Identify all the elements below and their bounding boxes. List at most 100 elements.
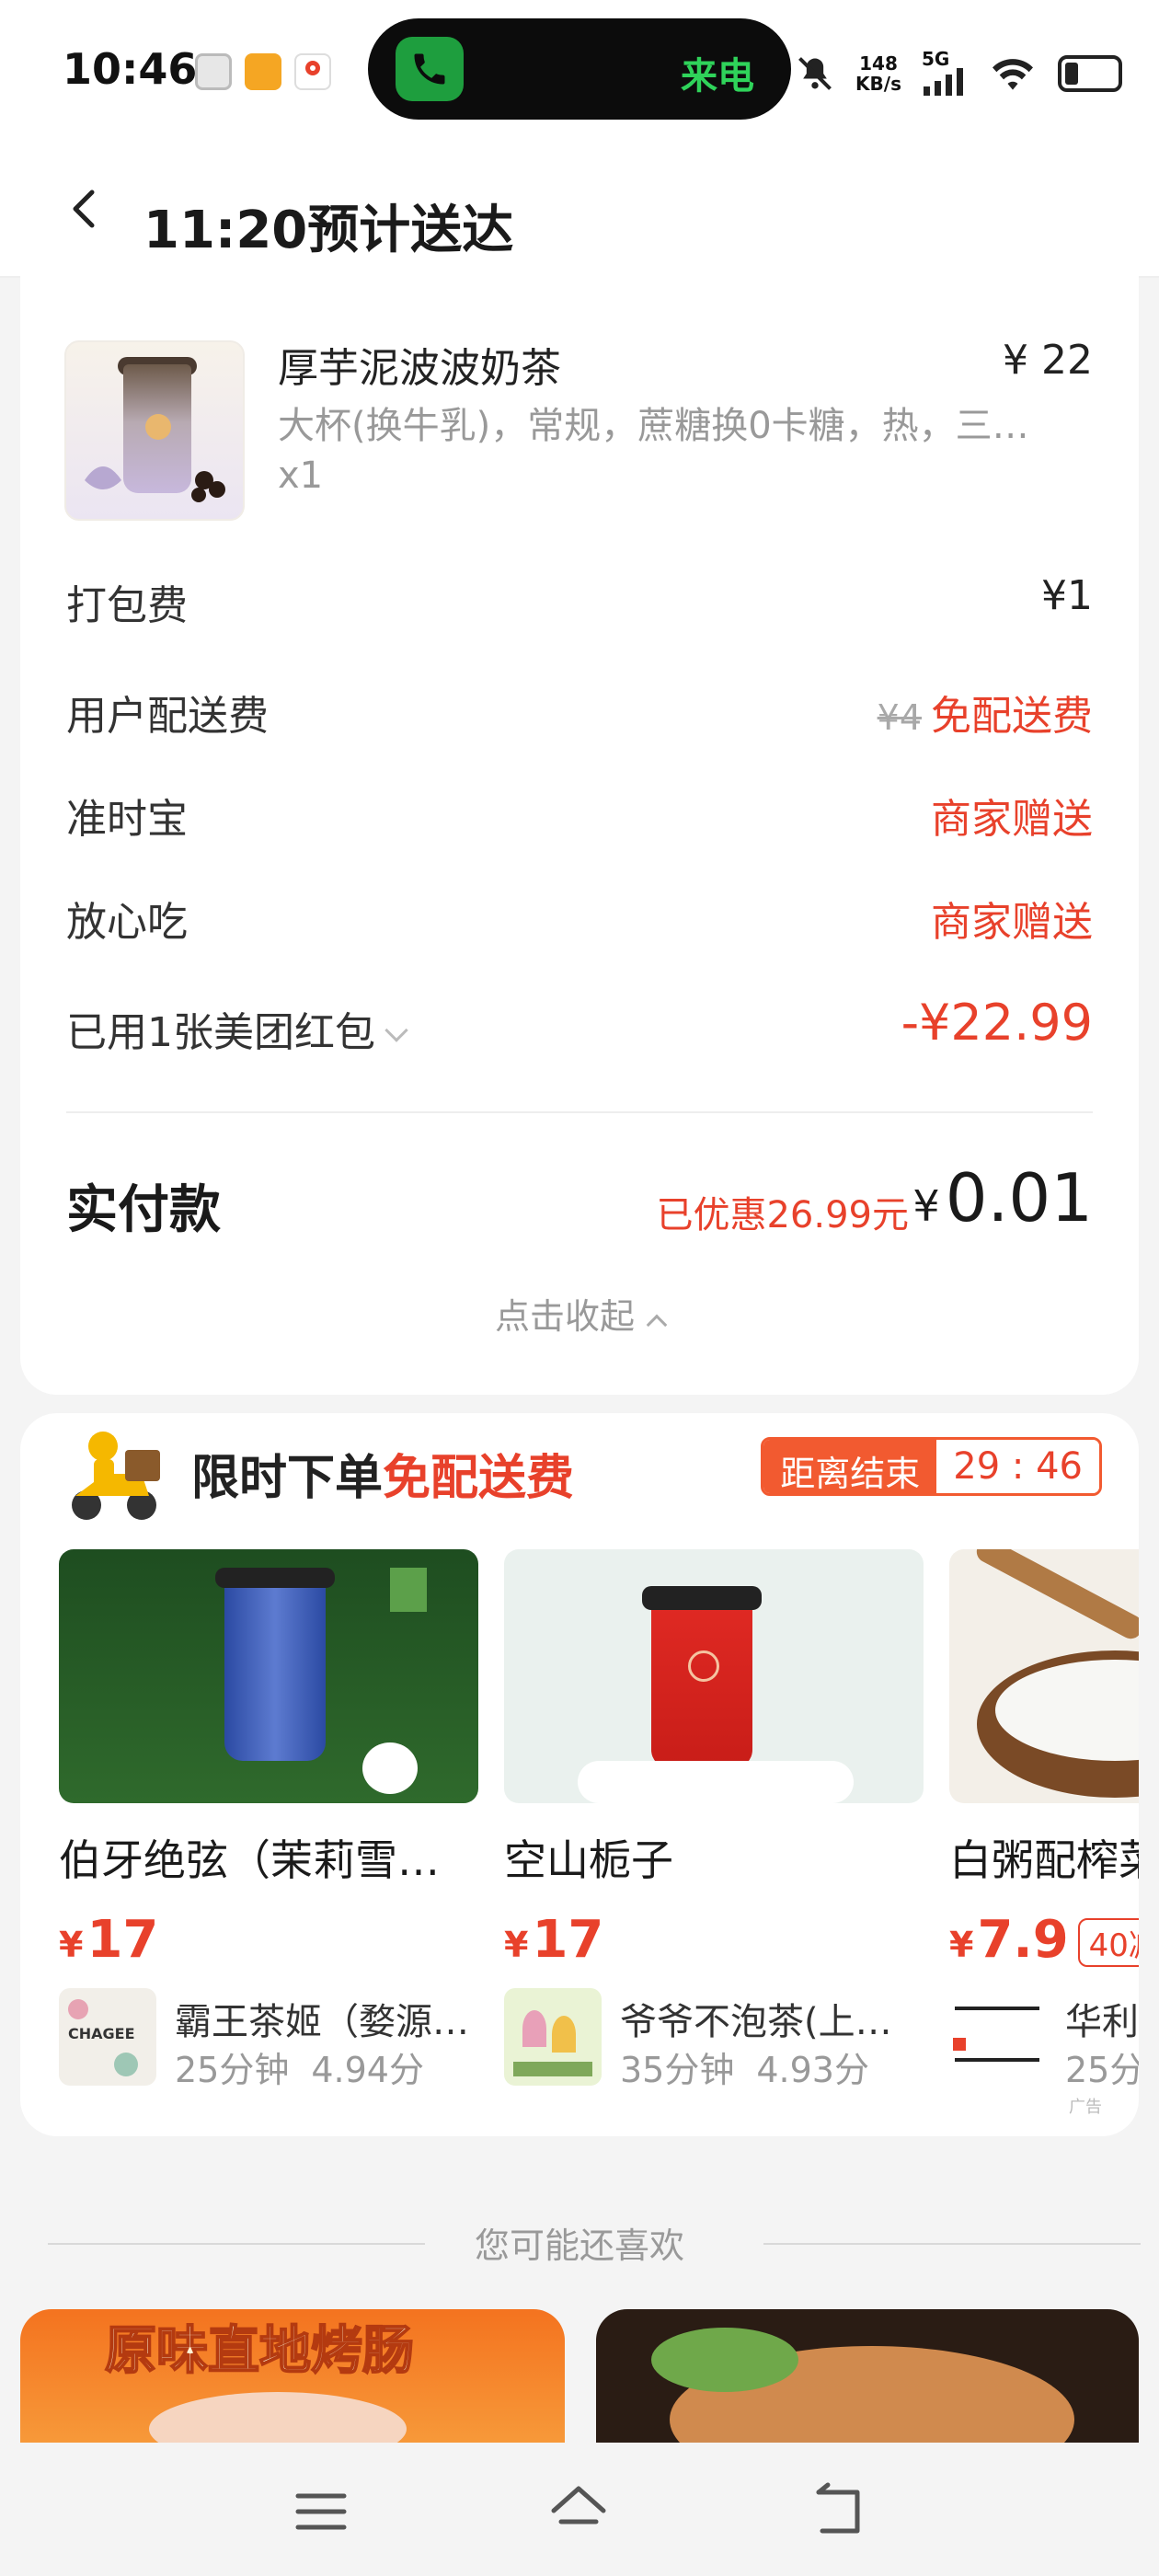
shop-info[interactable]: 爷爷不泡茶(上… 35分钟 4.93分 [504, 1988, 924, 2092]
shop-meta: 35分钟 4.93分 [620, 2041, 891, 2092]
product-price: ¥17 [59, 1910, 159, 1970]
red-packet-row[interactable]: 已用1张美团红包 -¥22.99 [66, 994, 1093, 1056]
shop-logo [949, 1988, 1047, 2086]
map-notification-icon [294, 53, 331, 90]
divider [66, 1111, 1093, 1113]
product-image[interactable] [949, 1549, 1139, 1803]
page-title: 11:20预计送达 [143, 201, 514, 260]
safe-eat-row: 放心吃 商家赠送 [66, 889, 1093, 946]
on-time-row: 准时宝 商家赠送 [66, 786, 1093, 843]
fee-label: 准时宝 [66, 796, 188, 843]
product-image[interactable] [59, 1549, 478, 1803]
shop-name: 爷爷不泡茶(上… [620, 2001, 892, 2043]
product-card[interactable]: 空山栀子 ¥17 爷爷不泡茶(上… 35分钟 4.93分 [504, 1549, 924, 2092]
product-price: ¥7.940减 [949, 1910, 1139, 1970]
ad-label: 广告 [1069, 2098, 1102, 2117]
shop-info[interactable]: 华利 25分 [949, 1988, 1139, 2092]
delivery-rider-icon [72, 1432, 160, 1520]
product-price-value: 7.9 [977, 1910, 1069, 1970]
fee-value: ¥1 [1041, 572, 1093, 619]
fee-label: 已用1张美团红包 [66, 1009, 375, 1056]
chevron-left-icon[interactable] [64, 189, 105, 229]
home-icon[interactable] [546, 2479, 611, 2544]
product-thumbnail[interactable] [64, 340, 245, 521]
discount-tag: 40减 [1077, 1918, 1139, 1968]
countdown-value: 29 : 46 [936, 1440, 1099, 1493]
app-notification-icon [195, 53, 232, 90]
recommend-card[interactable] [596, 2309, 1139, 2447]
packing-fee-row: 打包费 ¥1 [66, 572, 1093, 629]
product-price-value: 17 [532, 1910, 604, 1970]
currency-symbol: ¥ [912, 1181, 940, 1231]
product-quantity: x1 [278, 454, 324, 497]
phone-icon [396, 37, 464, 101]
signal-icon: 5G [922, 48, 968, 96]
countdown-label: 距离结束 [763, 1440, 937, 1493]
recommend-card-text: 原味直地烤肠 [104, 2320, 415, 2382]
delivery-time: 35分钟 [620, 2050, 735, 2090]
total-amount: ¥0.01 [912, 1159, 1093, 1236]
product-name: 伯牙绝弦（茉莉雪… [59, 1835, 440, 1885]
wifi-icon [993, 59, 1033, 90]
recommend-header: 您可能还喜欢 [0, 2217, 1159, 2272]
promo-section: 限时下单免配送费 距离结束 29 : 46 伯牙绝弦（茉莉雪… ¥17 CHAG… [20, 1413, 1139, 2136]
status-bar: 10:46 来电 148 KB/s 5G [0, 0, 1159, 138]
collapse-label: 点击收起 [494, 1296, 635, 1337]
pay-label: 实付款 [66, 1180, 221, 1240]
fee-value: 商家赠送 [931, 796, 1093, 843]
fee-label: 用户配送费 [66, 693, 269, 740]
total-value: 0.01 [945, 1159, 1093, 1236]
product-name: 白粥配榨菜 [949, 1835, 1139, 1885]
product-card[interactable]: 白粥配榨菜 ¥7.940减 华利 25分 [949, 1549, 1139, 2092]
shop-name: 霸王茶姬（婺源… [175, 2001, 469, 2043]
incoming-call-pill[interactable]: 来电 [368, 18, 791, 120]
product-image[interactable] [504, 1549, 924, 1803]
promo-title-prefix: 限时下单 [191, 1451, 384, 1506]
shop-rating: 4.93分 [756, 2050, 869, 2090]
call-label: 来电 [681, 55, 754, 98]
collapse-button[interactable]: 点击收起 [20, 1288, 1139, 1339]
net-speed-unit: KB/s [855, 73, 901, 95]
net-speed: 148 KB/s [855, 53, 901, 94]
product-spec: 大杯(换牛乳)，常规，蔗糖换0卡糖，热，三… [278, 405, 1029, 447]
delivery-fee-row: 用户配送费 ¥4 免配送费 [66, 683, 1093, 740]
battery-icon [1058, 55, 1122, 92]
recommend-card[interactable]: 原味直地烤肠 [20, 2309, 565, 2447]
promo-title: 限时下单免配送费 [191, 1439, 574, 1508]
saved-amount: 已优惠26.99元 [656, 1194, 909, 1236]
back-icon[interactable] [806, 2479, 870, 2544]
product-card[interactable]: 伯牙绝弦（茉莉雪… ¥17 CHAGEE 霸王茶姬（婺源… 25分钟 4.94分 [59, 1549, 478, 2092]
shop-info[interactable]: CHAGEE 霸王茶姬（婺源… 25分钟 4.94分 [59, 1988, 478, 2092]
fee-value: 商家赠送 [931, 899, 1093, 946]
fee-value: -¥22.99 [901, 994, 1093, 1052]
mute-icon [798, 57, 832, 90]
shop-meta: 25分 [1065, 2041, 1139, 2092]
original-fee: ¥4 [877, 697, 922, 738]
delivery-time: 25分 [1065, 2050, 1139, 2090]
system-nav-bar [0, 2443, 1159, 2576]
red-packet-label-group[interactable]: 已用1张美团红包 [66, 999, 408, 1058]
chevron-up-icon [646, 1314, 668, 1336]
order-detail-card: 厚芋泥波波奶茶 ¥ 22 大杯(换牛乳)，常规，蔗糖换0卡糖，热，三… x1 打… [20, 276, 1139, 1395]
fee-label: 放心吃 [66, 899, 188, 946]
promo-title-highlight: 免配送费 [383, 1451, 575, 1506]
system-indicators: 148 KB/s 5G [795, 46, 1122, 101]
product-price-value: 17 [86, 1910, 159, 1970]
shop-rating: 4.94分 [311, 2050, 424, 2090]
chevron-down-icon [384, 1018, 408, 1042]
app-notification-icon [245, 53, 281, 90]
shop-name: 华利 [1065, 2001, 1139, 2043]
fee-value: 免配送费 [931, 693, 1093, 740]
product-price: ¥17 [504, 1910, 604, 1970]
menu-icon[interactable] [289, 2479, 353, 2544]
countdown-timer: 距离结束 29 : 46 [761, 1437, 1102, 1496]
shop-logo: CHAGEE [59, 1988, 156, 2086]
product-name: 空山栀子 [504, 1835, 673, 1885]
fee-value-group: ¥4 免配送费 [878, 683, 1093, 742]
fee-label: 打包费 [66, 582, 188, 629]
shop-logo [504, 1988, 602, 2086]
shop-meta: 25分钟 4.94分 [175, 2041, 446, 2092]
top-bar: 11:20预计送达 [0, 138, 1159, 276]
product-price: ¥ 22 [1003, 337, 1093, 384]
net-speed-value: 148 [859, 52, 898, 75]
